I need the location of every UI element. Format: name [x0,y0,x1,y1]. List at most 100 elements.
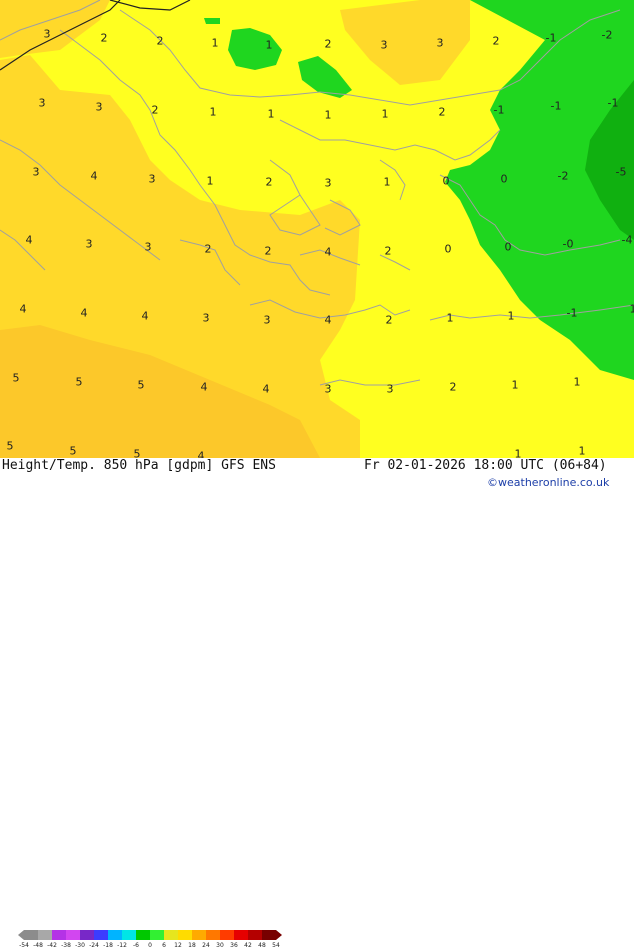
value-label: -2 [558,170,569,183]
value-label: 0 [505,241,512,254]
value-label: 5 [138,379,145,392]
value-label: -1 [608,97,619,110]
scale-swatch [150,930,164,940]
value-label: 5 [13,372,20,385]
value-label: -1 [494,104,505,117]
value-label: 1 [268,108,275,121]
value-label: -2 [602,29,613,42]
scale-label: -12 [117,942,127,949]
map-footer: Height/Temp. 850 hPa [gdpm] GFS ENS Fr 0… [0,458,634,490]
value-label: 2 [157,35,164,48]
value-label: 2 [385,245,392,258]
value-label: 3 [381,39,388,52]
value-label: 5 [76,376,83,389]
scale-label: 48 [258,942,266,949]
value-label: 1 [207,175,214,188]
value-label: 1 [515,448,522,459]
value-label: 2 [386,314,393,327]
value-label: 3 [39,97,46,110]
temp-zone-negative-blob-3 [204,18,220,24]
value-label: 1 [508,310,515,323]
scale-swatch [234,930,248,940]
scale-label: -48 [33,942,43,949]
value-label: 3 [387,383,394,396]
value-label: 3 [145,241,152,254]
value-label: 2 [450,381,457,394]
value-label: 2 [325,38,332,51]
scale-label: -6 [133,942,139,949]
value-label: 2 [101,32,108,45]
value-label: -4 [622,234,633,247]
value-label: 1 [384,176,391,189]
scale-swatch [192,930,206,940]
value-label: 0 [445,243,452,256]
value-label: 2 [439,106,446,119]
value-label: 3 [33,166,40,179]
scale-swatch [24,930,38,940]
scale-label: 18 [188,942,196,949]
scale-swatch [262,930,276,940]
value-label: 3 [325,177,332,190]
value-label: 3 [44,28,51,41]
value-label: 3 [86,238,93,251]
value-label: 2 [266,176,273,189]
scale-label: -24 [89,942,99,949]
scale-swatch [136,930,150,940]
value-label: 4 [325,314,332,327]
value-label: 1 [382,108,389,121]
scale-label: 12 [174,942,182,949]
scale-swatch [220,930,234,940]
value-label: 4 [26,234,33,247]
value-label: 5 [70,445,77,458]
value-label: 1 [630,303,634,316]
value-label: 4 [91,170,98,183]
value-label: -0 [563,238,574,251]
scale-swatch [122,930,136,940]
scale-label: -30 [75,942,85,949]
scale-label: 6 [162,942,166,949]
value-label: 2 [265,245,272,258]
scale-label: 24 [202,942,210,949]
value-label: 1 [212,37,219,50]
scale-label: 54 [272,942,280,949]
value-label: 4 [263,383,270,396]
scale-label: -42 [47,942,57,949]
scale-swatch [38,930,52,940]
scale-label: 0 [148,942,152,949]
value-label: 2 [493,35,500,48]
value-label: 5 [7,440,14,453]
map-title: Height/Temp. 850 hPa [gdpm] GFS ENS [2,458,276,473]
value-label: 5 [134,448,141,459]
value-label: 3 [325,383,332,396]
color-scale [18,929,294,941]
weather-map: 322112332-1-233211112-1-1-1343123100-2-5… [0,0,634,458]
value-label: -1 [567,307,578,320]
map-datetime: Fr 02-01-2026 18:00 UTC (06+84) [364,458,607,473]
scale-swatch [94,930,108,940]
value-label: 1 [512,379,519,392]
value-label: 2 [152,104,159,117]
value-label: 0 [443,175,450,188]
scale-label: -54 [19,942,29,949]
scale-swatch [80,930,94,940]
scale-swatch [52,930,66,940]
value-label: 4 [325,246,332,259]
scale-label: 30 [216,942,224,949]
value-label: -1 [546,32,557,45]
value-label: 2 [205,243,212,256]
value-label: 1 [266,39,273,52]
credit-link[interactable]: ©weatheronline.co.uk [487,476,609,489]
value-label: 1 [210,106,217,119]
value-label: 1 [579,445,586,458]
value-label: 3 [96,101,103,114]
scale-label: 42 [244,942,252,949]
color-scale-labels: -54-48-42-38-30-24-18-12-606121824303642… [24,942,294,950]
value-label: 3 [149,173,156,186]
value-label: -1 [551,100,562,113]
value-label: 4 [20,303,27,316]
value-label: 1 [447,312,454,325]
value-label: 0 [501,173,508,186]
scale-label: -38 [61,942,71,949]
value-label: 1 [574,376,581,389]
value-label: 1 [325,109,332,122]
